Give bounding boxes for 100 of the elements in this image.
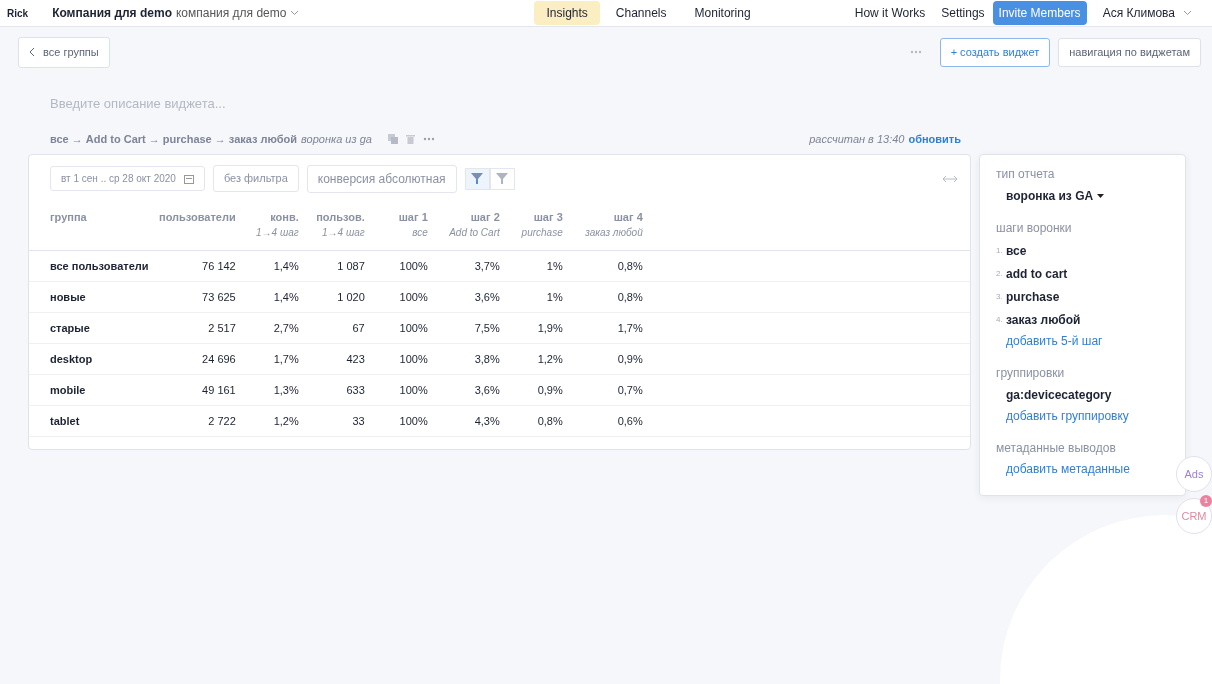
filter-button[interactable]: без фильтра: [212, 165, 299, 192]
table-cell: 1%: [546, 290, 563, 303]
funnel-toggle[interactable]: [464, 167, 490, 190]
description-field[interactable]: Введите описание виджета...: [50, 93, 450, 113]
company-name: Компания для demo: [52, 5, 172, 22]
group-name: все пользователи: [50, 259, 149, 272]
table-cell: 3,7%: [474, 259, 500, 272]
column-header: пользователи: [159, 208, 236, 251]
trash-icon[interactable]: [405, 134, 415, 145]
add-link[interactable]: добавить 5-й шаг: [1006, 334, 1103, 348]
table-cell: 7,5%: [474, 321, 500, 334]
table-cell: 33: [352, 414, 365, 427]
funnel-step: все: [1006, 242, 1027, 260]
column-header: шаг 4 заказ любой: [562, 208, 643, 251]
table-cell: 1,4%: [273, 259, 299, 272]
column-header: шаг 3 purchase: [499, 208, 563, 251]
table-cell: 100%: [399, 259, 428, 272]
nav-tab[interactable]: Insights: [534, 1, 600, 25]
create-widget-button[interactable]: + создать виджет: [939, 38, 1051, 67]
chevron-down-icon[interactable]: [290, 10, 300, 16]
step-number: 4.: [996, 314, 1004, 326]
section-label: тип отчета: [996, 166, 1056, 183]
table-cell: 1 020: [337, 290, 365, 303]
table-cell: 1,7%: [617, 321, 643, 334]
column-header: группа: [29, 208, 159, 251]
table-cell: 423: [346, 352, 365, 365]
widget-navigation-button[interactable]: навигация по виджетам: [1058, 38, 1201, 67]
table-cell: 76 142: [202, 259, 236, 272]
table-cell: 633: [346, 383, 365, 396]
table-cell: 0,9%: [617, 352, 643, 365]
table-cell: 100%: [399, 321, 428, 334]
ads-button[interactable]: Ads: [1176, 456, 1212, 492]
caret-down-icon[interactable]: [1097, 194, 1105, 198]
chevron-left-icon: [29, 47, 35, 58]
table-cell: 67: [352, 321, 365, 334]
table-cell: 1 087: [337, 259, 365, 272]
nav-link-text[interactable]: Settings: [941, 4, 985, 22]
table-cell: 1,2%: [273, 414, 299, 427]
funnel-icon: [496, 173, 509, 184]
chevron-down-icon[interactable]: [1183, 10, 1192, 16]
table-cell: 73 625: [202, 290, 236, 303]
table-cell: 0,9%: [537, 383, 563, 396]
step-number: 1.: [996, 245, 1004, 257]
grouping-name: ga:devicecategory: [1006, 388, 1112, 402]
notification-badge: 1: [1200, 495, 1212, 507]
group-name: desktop: [50, 352, 93, 365]
brand-logo[interactable]: Rick: [7, 5, 29, 21]
funnel-toggle[interactable]: [489, 167, 515, 190]
table-cell: 0,8%: [537, 414, 563, 427]
table-cell: 100%: [399, 414, 428, 427]
funnel-step: add to cart: [1006, 265, 1068, 283]
nav-tab[interactable]: Channels: [603, 1, 679, 25]
table-cell: 3,6%: [474, 290, 500, 303]
date-range-field[interactable]: вт 1 сен .. ср 28 окт 2020: [50, 166, 205, 191]
table-cell: 100%: [399, 352, 428, 365]
more-icon[interactable]: [909, 50, 922, 55]
column-header: пользов. 1→4 шаг: [298, 208, 365, 251]
copy-icon[interactable]: [387, 134, 398, 145]
conversion-dropdown[interactable]: конверсия абсолютная: [306, 164, 457, 193]
group-name: новые: [50, 290, 86, 303]
group-name: tablet: [50, 414, 80, 427]
funnel-step: purchase: [1006, 288, 1060, 306]
section-label: шаги воронки: [996, 220, 1073, 237]
nav-tab[interactable]: Monitoring: [682, 1, 763, 25]
calendar-icon: [183, 173, 194, 184]
table-cell: 0,7%: [617, 383, 643, 396]
section-label: метаданные выводов: [996, 440, 1117, 457]
table-cell: 0,6%: [617, 414, 643, 427]
column-header: шаг 2 Add to Cart: [427, 208, 500, 251]
table-cell: 1%: [546, 259, 563, 272]
table-cell: 100%: [399, 383, 428, 396]
table-cell: 2 722: [208, 414, 236, 427]
add-link[interactable]: добавить метаданные: [1006, 462, 1130, 476]
table-cell: 3,8%: [474, 352, 500, 365]
nav-link-text[interactable]: How it Works: [854, 4, 926, 22]
group-name: mobile: [50, 383, 86, 396]
table-cell: 1,4%: [273, 290, 299, 303]
more-icon[interactable]: [422, 137, 435, 142]
user-name[interactable]: Ася Климова: [1102, 4, 1175, 22]
table-cell: 0,8%: [617, 290, 643, 303]
refresh-link[interactable]: обновить: [908, 131, 961, 148]
add-link[interactable]: добавить группировку: [1006, 409, 1129, 423]
company-selector[interactable]: компания для demo: [175, 4, 287, 22]
column-header: шаг 1 все: [364, 208, 428, 251]
funnel-source: воронка из ga: [301, 132, 372, 147]
table-cell: 4,3%: [474, 414, 500, 427]
expand-arrows-icon[interactable]: [943, 175, 957, 182]
funnel-step: заказ любой: [1006, 311, 1081, 329]
table-cell: 100%: [399, 290, 428, 303]
step-number: 3.: [996, 291, 1004, 303]
invite-button[interactable]: Invite Members: [992, 1, 1087, 25]
step-number: 2.: [996, 268, 1004, 280]
table-cell: 2 517: [208, 321, 236, 334]
section-label: группировки: [996, 365, 1066, 382]
funnel-icon: [471, 173, 484, 184]
back-button[interactable]: все группы: [18, 37, 110, 68]
table-cell: 49 161: [202, 383, 236, 396]
table-cell: 3,6%: [474, 383, 500, 396]
table-cell: 1,7%: [273, 352, 299, 365]
report-type-dropdown[interactable]: воронка из GA: [1006, 187, 1094, 205]
